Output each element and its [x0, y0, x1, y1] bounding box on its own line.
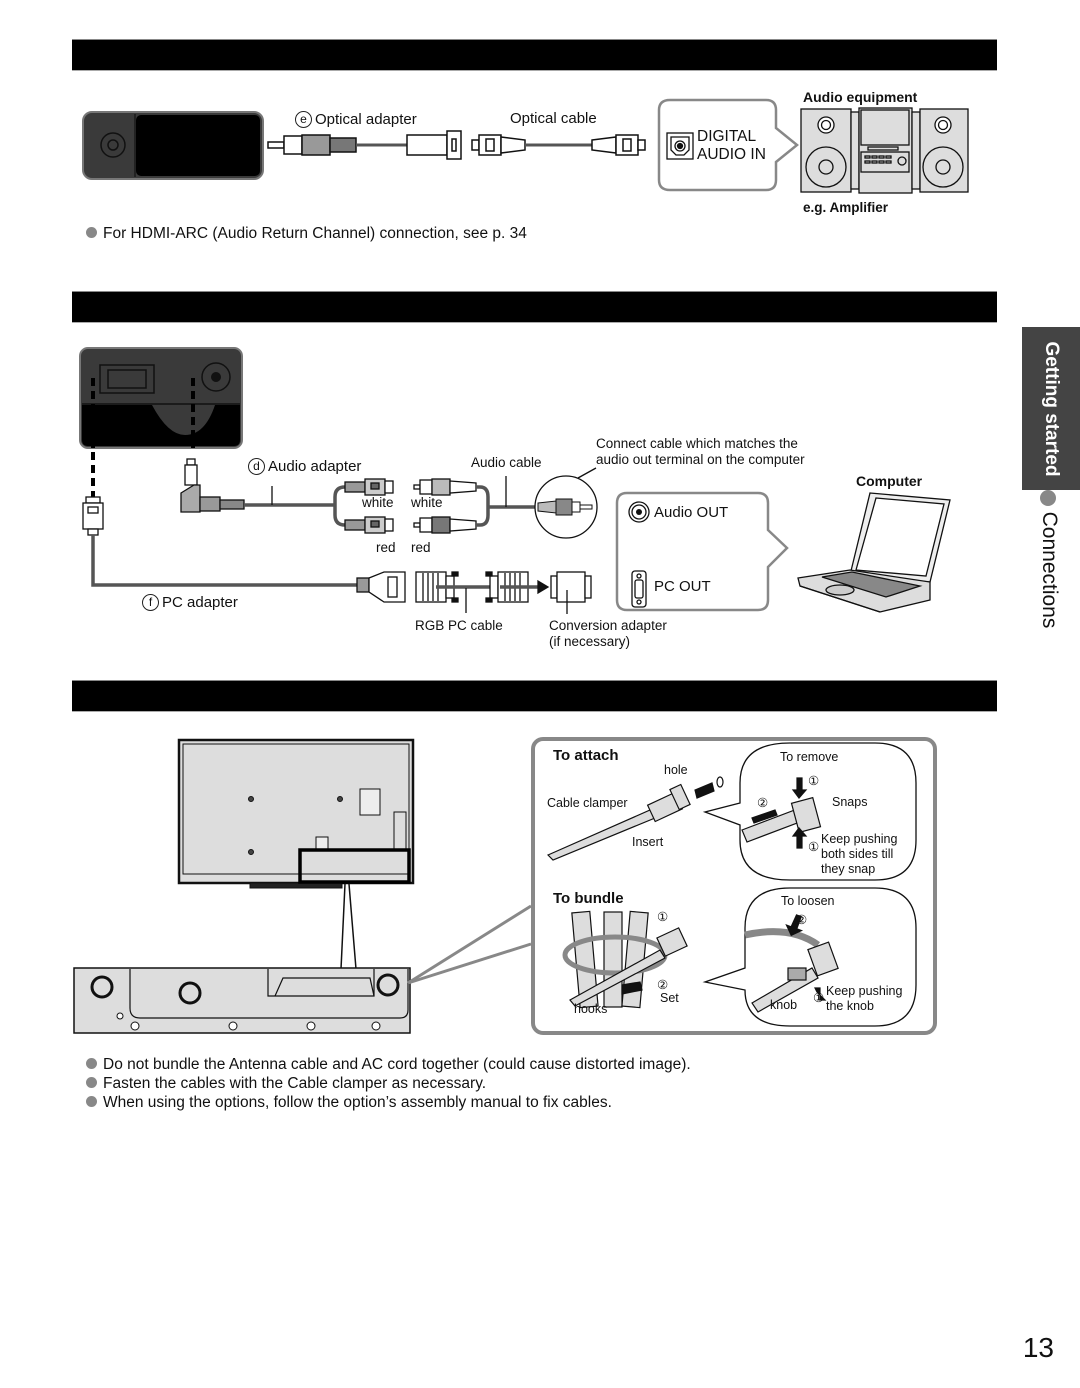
- bullet-icon: [86, 1077, 97, 1088]
- keep-pushing-note: Keep pushing both sides till they snap: [821, 832, 898, 876]
- note-item: Fasten the cables with the Cable clamper…: [86, 1075, 486, 1093]
- bullet-icon: [86, 1096, 97, 1107]
- step-1-marker: ①: [808, 840, 820, 854]
- note-item: When using the options, follow the optio…: [86, 1094, 612, 1112]
- hooks-label: hooks: [574, 1002, 608, 1016]
- insert-label: Insert: [632, 835, 664, 849]
- to-bundle-title: To bundle: [553, 890, 624, 907]
- step-2-marker: ②: [757, 796, 769, 810]
- step-1-marker: ①: [813, 991, 825, 1005]
- keep-pushing-knob-note: Keep pushing the knob: [826, 984, 903, 1013]
- note-item: Do not bundle the Antenna cable and AC c…: [86, 1056, 691, 1074]
- tv-rear-diagram: [73, 737, 937, 1035]
- page-number: 13: [1022, 1332, 1054, 1363]
- set-label: Set: [660, 991, 679, 1005]
- snaps-label: Snaps: [832, 795, 868, 809]
- to-attach-title: To attach: [553, 747, 619, 764]
- bullet-icon: [86, 1058, 97, 1069]
- hole-label: hole: [664, 763, 688, 777]
- cable-clamper-label: Cable clamper: [547, 796, 628, 810]
- to-remove-title: To remove: [780, 750, 839, 764]
- to-loosen-title: To loosen: [781, 894, 835, 908]
- knob-label: knob: [770, 998, 798, 1012]
- step-2-marker: ②: [796, 913, 808, 927]
- step-1-marker: ①: [657, 910, 669, 924]
- tv-rear-icon: [177, 738, 415, 889]
- step-1-marker: ①: [808, 774, 820, 788]
- tv-bottom-detail-icon: [73, 967, 411, 1034]
